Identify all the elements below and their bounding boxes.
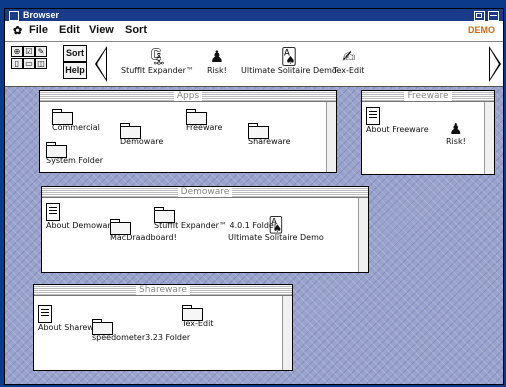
panel-demoware: Demoware About Demoware MacDraadboard! S…: [41, 186, 369, 273]
toolbar-app-label: Ultimate Solitaire Demo: [241, 66, 337, 75]
folder-commercial[interactable]: Commercial: [52, 109, 100, 132]
folder-freeware[interactable]: Freeware: [186, 109, 222, 132]
panel-apps: Apps Commercial Freeware Demoware Sharew…: [39, 90, 337, 173]
vertical-scrollbar[interactable]: [358, 198, 368, 272]
menu-bar: ✿ File Edit View Sort DEMO: [5, 21, 503, 42]
vertical-scrollbar[interactable]: [282, 296, 292, 370]
panel-title-bar[interactable]: Apps: [40, 91, 336, 102]
folder-icon: [154, 207, 175, 223]
panel-title-bar[interactable]: Freeware: [362, 91, 494, 102]
folder-icon: [182, 305, 203, 321]
folder-icon: [248, 123, 269, 139]
scroll-right-arrow[interactable]: [489, 46, 501, 82]
panel-title: Shareware: [136, 285, 190, 295]
menu-edit[interactable]: Edit: [59, 24, 80, 36]
menu-file[interactable]: File: [29, 24, 48, 36]
item-label: About Freeware: [366, 125, 429, 134]
sort-button[interactable]: Sort: [63, 45, 87, 62]
doc-about-demoware[interactable]: About Demoware: [46, 203, 115, 230]
folder-icon: [120, 123, 141, 139]
browser-window: Browser ✿ File Edit View Sort DEMO ⊕ ☑ ✎…: [4, 8, 504, 385]
folder-icon: [110, 219, 131, 235]
folder-icon: [92, 319, 113, 335]
scroll-left-arrow[interactable]: [95, 46, 107, 82]
collapse-box[interactable]: [488, 11, 499, 21]
app-tex-edit[interactable]: Tex-Edit: [182, 305, 213, 328]
folder-icon: [52, 109, 73, 125]
solitaire-icon: 🂡: [280, 47, 298, 66]
panel-title: Apps: [173, 91, 203, 101]
texedit-icon: ✍: [342, 47, 356, 66]
toolbar-app-texedit[interactable]: ✍ Tex-Edit: [333, 47, 365, 76]
toolbar-buttons: ⊕ ☑ ✎ ▯ ▭ ◫ Sort Help: [11, 44, 93, 82]
view-icon[interactable]: ◫: [35, 58, 47, 69]
item-label: Ultimate Solitaire Demo: [228, 233, 324, 242]
menu-sort[interactable]: Sort: [125, 24, 147, 36]
list-icon[interactable]: ☑: [23, 46, 35, 57]
panel-title-bar[interactable]: Shareware: [34, 285, 292, 296]
folder-demoware[interactable]: Demoware: [120, 123, 163, 146]
home-icon[interactable]: ⊕: [11, 46, 23, 57]
help-button[interactable]: Help: [63, 62, 87, 79]
title-bar[interactable]: Browser: [5, 9, 503, 21]
toolbar-app-risk[interactable]: ♟ Risk!: [207, 47, 227, 76]
desktop-area: Apps Commercial Freeware Demoware Sharew…: [5, 87, 503, 384]
document-icon: [366, 107, 380, 125]
doc-about-freeware[interactable]: About Freeware: [366, 107, 429, 134]
risk-icon: ♟: [449, 120, 463, 138]
vertical-scrollbar[interactable]: [326, 102, 336, 172]
document-icon: [38, 305, 52, 323]
folder-system[interactable]: System Folder: [46, 142, 103, 165]
app-risk[interactable]: ♟ Risk!: [446, 121, 466, 146]
folder-icon: [186, 109, 207, 125]
folder-shareware[interactable]: Shareware: [248, 123, 291, 146]
window-title: Browser: [23, 10, 60, 20]
solitaire-icon: 🂡: [268, 216, 284, 234]
document-icon: [46, 203, 60, 221]
panel-title: Freeware: [404, 91, 452, 101]
menu-view[interactable]: View: [89, 24, 114, 36]
toolbar: ⊕ ☑ ✎ ▯ ▭ ◫ Sort Help 🗜 StuffIt Expander…: [5, 42, 503, 87]
zoom-box[interactable]: [474, 11, 485, 21]
risk-icon: ♟: [209, 47, 225, 66]
close-box[interactable]: [9, 11, 19, 21]
toolbar-app-stuffit[interactable]: 🗜 StuffIt Expander™: [121, 47, 194, 76]
folder-icon: [46, 142, 67, 158]
panel-shareware: Shareware About Shareware speedometer3.2…: [33, 284, 293, 371]
item-label: About Demoware: [46, 221, 116, 230]
toolbar-app-label: Risk!: [207, 66, 227, 75]
info-icon[interactable]: ▯: [11, 58, 23, 69]
app-ultimate-solitaire[interactable]: 🂡 Ultimate Solitaire Demo: [228, 217, 324, 242]
panel-title: Demoware: [177, 187, 233, 197]
window-icon[interactable]: ▭: [23, 58, 35, 69]
demo-badge: DEMO: [468, 25, 495, 35]
toolbar-app-label: Tex-Edit: [333, 66, 365, 75]
stuffit-icon: 🗜: [147, 47, 168, 66]
edit-icon[interactable]: ✎: [35, 46, 47, 57]
apple-menu[interactable]: ✿: [13, 24, 22, 37]
toolbar-app-label: StuffIt Expander™: [121, 66, 194, 75]
vertical-scrollbar[interactable]: [484, 102, 494, 174]
folder-speedometer[interactable]: speedometer3.23 Folder: [92, 319, 190, 342]
panel-title-bar[interactable]: Demoware: [42, 187, 368, 198]
item-label: Risk!: [446, 137, 466, 146]
toolbar-app-solitaire[interactable]: 🂡 Ultimate Solitaire Demo: [241, 47, 337, 76]
panel-freeware: Freeware About Freeware ♟ Risk!: [361, 90, 495, 175]
